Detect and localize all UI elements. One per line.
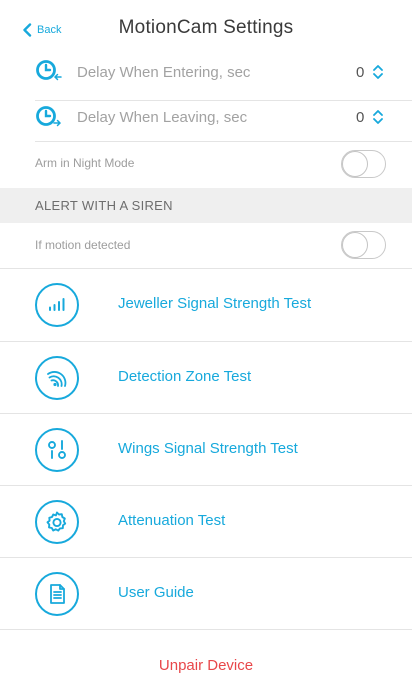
delay-leaving-value: 0: [356, 109, 365, 126]
arm-night-mode-toggle[interactable]: [341, 150, 386, 178]
delay-entering-label: Delay When Entering, sec: [77, 64, 251, 81]
delay-leaving-label: Delay When Leaving, sec: [77, 109, 248, 126]
wings-test-row[interactable]: Wings Signal Strength Test: [0, 414, 412, 486]
action-label: Jeweller Signal Strength Test: [118, 295, 312, 312]
jeweller-test-row[interactable]: Jeweller Signal Strength Test: [0, 269, 412, 341]
user-guide-row[interactable]: User Guide: [0, 558, 412, 630]
action-label: Detection Zone Test: [118, 368, 252, 385]
page-title: MotionCam Settings: [118, 17, 294, 38]
divider: [35, 141, 412, 142]
stepper-icon[interactable]: [372, 64, 384, 80]
detection-zone-test-row[interactable]: Detection Zone Test: [0, 342, 412, 414]
divider: [0, 629, 412, 630]
toggle-knob: [342, 232, 368, 258]
wings-signal-icon: [35, 428, 79, 472]
stepper-icon[interactable]: [372, 109, 384, 125]
clock-enter-icon: [36, 60, 62, 81]
arm-night-mode-label: Arm in Night Mode: [35, 156, 135, 170]
delay-entering-value: 0: [356, 64, 365, 81]
document-icon: [35, 572, 79, 616]
signal-bars-icon: [35, 283, 79, 327]
action-label: User Guide: [118, 584, 194, 601]
clock-leave-icon: [36, 106, 62, 127]
action-label: Attenuation Test: [118, 512, 226, 529]
toggle-knob: [342, 151, 368, 177]
attenuation-test-row[interactable]: Attenuation Test: [0, 486, 412, 558]
delay-entering-row: Delay When Entering, sec 0: [0, 43, 412, 103]
section-title: ALERT WITH A SIREN: [35, 198, 173, 213]
gear-icon: [35, 500, 79, 544]
detection-zone-icon: [35, 356, 79, 400]
action-label: Wings Signal Strength Test: [118, 440, 298, 457]
motion-detected-toggle[interactable]: [341, 231, 386, 259]
siren-section-header: ALERT WITH A SIREN: [0, 188, 412, 223]
motion-detected-label: If motion detected: [35, 238, 131, 252]
unpair-device-button[interactable]: Unpair Device: [0, 657, 412, 674]
